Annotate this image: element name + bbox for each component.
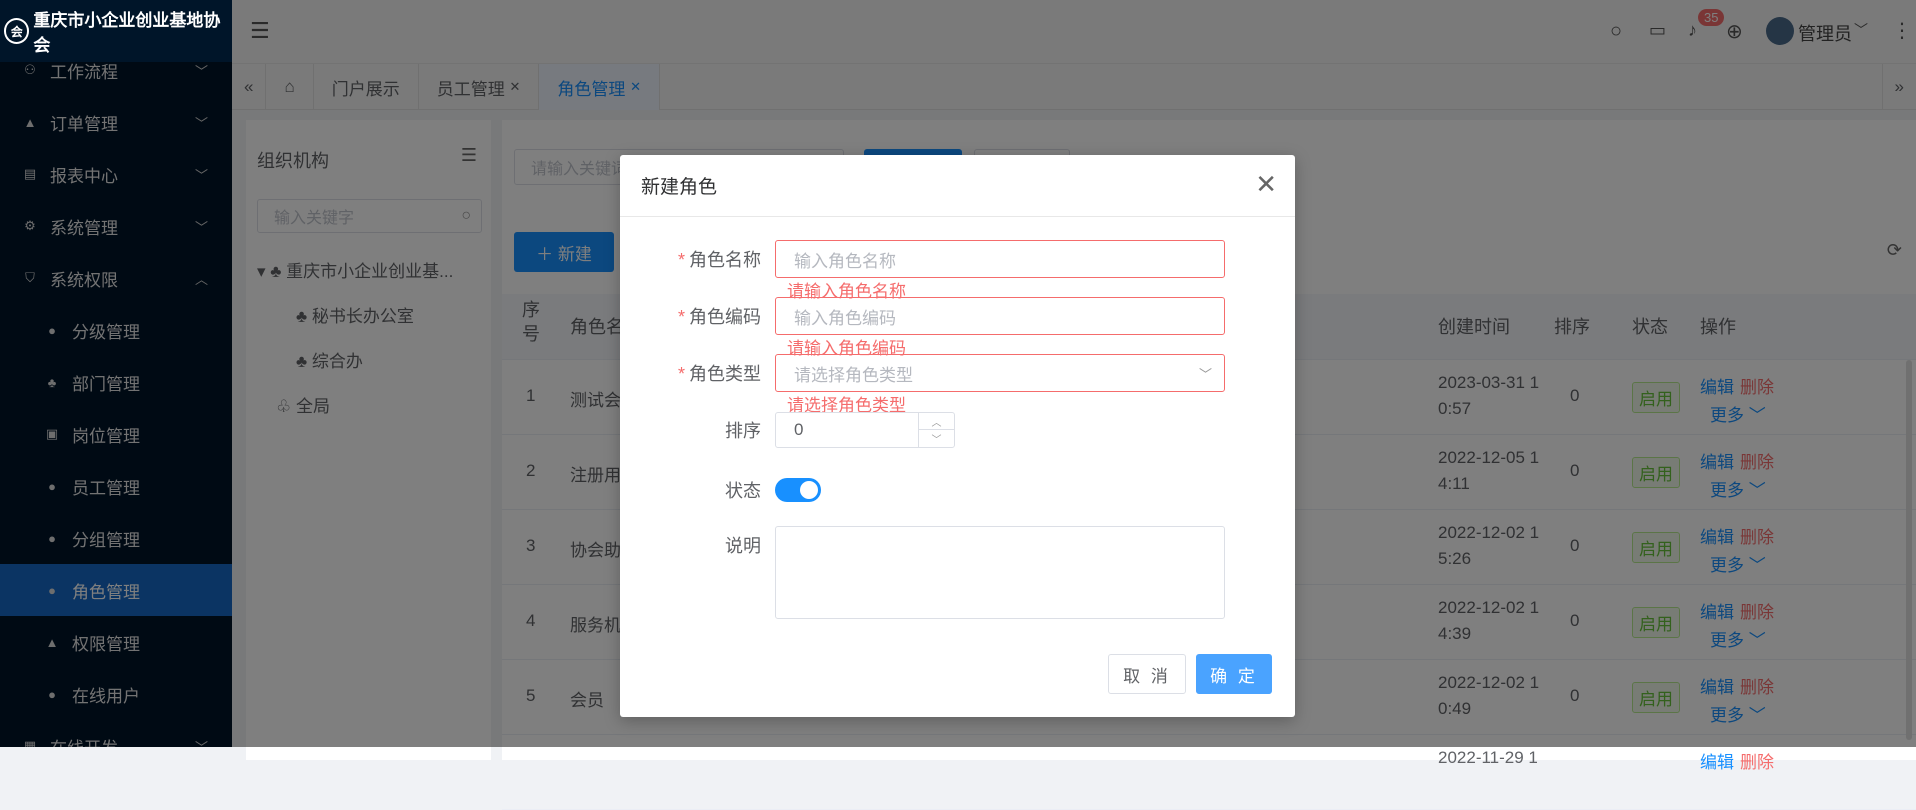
stepper-down-icon[interactable]: ﹀ bbox=[918, 430, 954, 447]
required-mark: * bbox=[678, 250, 685, 270]
role-type-label-text: 角色类型 bbox=[689, 364, 761, 384]
close-icon[interactable]: ✕ bbox=[1255, 171, 1277, 197]
dialog-title: 新建角色 bbox=[641, 172, 717, 199]
role-code-input[interactable]: 输入角色编码 bbox=[775, 297, 1225, 335]
required-mark: * bbox=[678, 364, 685, 384]
description-label: 说明 bbox=[620, 526, 775, 558]
confirm-button[interactable]: 确 定 bbox=[1196, 654, 1272, 694]
role-type-placeholder: 请选择角色类型 bbox=[794, 361, 913, 386]
stepper-up-icon[interactable]: ︿ bbox=[918, 413, 954, 430]
order-row: 排序 0 ︿ ﹀ bbox=[620, 412, 955, 448]
logo-mark: 会 bbox=[4, 18, 29, 44]
role-type-row: *角色类型 请选择角色类型 ﹀ bbox=[620, 354, 1225, 392]
chevron-down-icon: ﹀ bbox=[1199, 364, 1212, 383]
role-name-row: *角色名称 输入角色名称 bbox=[620, 240, 1225, 278]
order-value: 0 bbox=[794, 420, 803, 440]
order-stepper[interactable]: 0 ︿ ﹀ bbox=[775, 412, 955, 448]
status-row: 状态 bbox=[620, 477, 821, 503]
description-textarea[interactable] bbox=[775, 526, 1225, 619]
status-toggle[interactable] bbox=[775, 478, 821, 502]
confirm-button-label: 确 定 bbox=[1210, 662, 1258, 687]
role-type-label: *角色类型 bbox=[620, 360, 775, 386]
role-name-label-text: 角色名称 bbox=[689, 250, 761, 270]
role-name-label: *角色名称 bbox=[620, 246, 775, 272]
app-title: 重庆市小企业创业基地协会 bbox=[33, 6, 232, 56]
status-label: 状态 bbox=[620, 477, 775, 503]
new-role-dialog: 新建角色 ✕ *角色名称 输入角色名称 请输入角色名称 *角色编码 输入角色编码… bbox=[620, 155, 1295, 717]
toggle-knob bbox=[800, 481, 818, 499]
description-row: 说明 bbox=[620, 526, 1225, 619]
role-code-label: *角色编码 bbox=[620, 303, 775, 329]
role-type-select[interactable]: 请选择角色类型 ﹀ bbox=[775, 354, 1225, 392]
cell-created: 2022-11-29 1 bbox=[1438, 748, 1538, 768]
role-name-placeholder: 输入角色名称 bbox=[794, 247, 896, 272]
role-code-placeholder: 输入角色编码 bbox=[794, 304, 896, 329]
dialog-header: 新建角色 ✕ bbox=[620, 155, 1295, 217]
role-name-input[interactable]: 输入角色名称 bbox=[775, 240, 1225, 278]
edit-link[interactable]: 编辑 bbox=[1700, 748, 1734, 773]
app-logo[interactable]: 会 重庆市小企业创业基地协会 bbox=[0, 0, 232, 62]
role-code-label-text: 角色编码 bbox=[689, 307, 761, 327]
delete-link[interactable]: 删除 bbox=[1740, 748, 1774, 773]
required-mark: * bbox=[678, 307, 685, 327]
cancel-button[interactable]: 取 消 bbox=[1108, 654, 1186, 694]
order-label: 排序 bbox=[620, 417, 775, 443]
role-code-row: *角色编码 输入角色编码 bbox=[620, 297, 1225, 335]
cancel-button-label: 取 消 bbox=[1123, 662, 1171, 687]
